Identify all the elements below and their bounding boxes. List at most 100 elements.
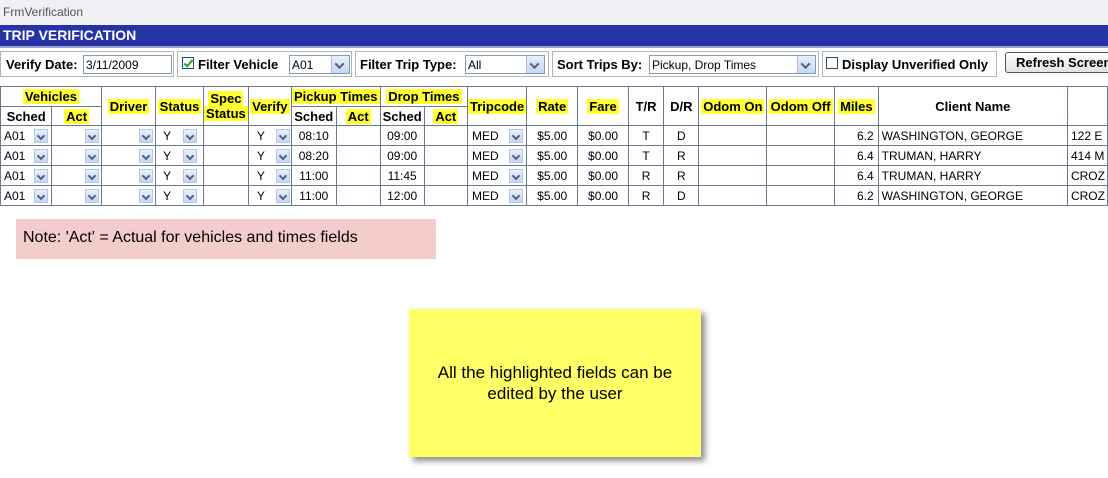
chevron-down-icon[interactable] [275, 169, 290, 183]
chevron-down-icon[interactable] [183, 129, 198, 143]
chevron-down-icon[interactable] [183, 189, 198, 203]
status-cell[interactable]: Y [155, 145, 204, 166]
chevron-down-icon[interactable] [138, 149, 153, 163]
pickup-act-cell[interactable] [335, 165, 381, 186]
unverified-checkbox[interactable] [826, 57, 838, 69]
chevron-down-icon[interactable] [275, 189, 290, 203]
chevron-down-icon[interactable] [34, 149, 48, 163]
filter-trip-type-value: All [468, 58, 482, 72]
verify-cell[interactable]: Y [247, 125, 292, 146]
chevron-down-icon[interactable] [275, 129, 290, 143]
driver-cell[interactable] [100, 125, 157, 146]
pickup-act-cell[interactable] [335, 125, 381, 146]
status-cell[interactable]: Y [155, 125, 204, 146]
vehicle-act-cell[interactable] [51, 165, 102, 186]
odom-on-cell[interactable] [698, 185, 768, 206]
miles-cell[interactable]: 6.2 [834, 125, 879, 146]
chevron-down-icon[interactable] [509, 149, 524, 163]
verify-cell[interactable]: Y [247, 145, 292, 166]
tripcode-cell[interactable]: MED [467, 185, 528, 206]
chevron-down-icon[interactable] [138, 129, 153, 143]
filter-trip-type-select[interactable]: All [465, 55, 545, 74]
chevron-down-icon[interactable] [34, 189, 48, 203]
rate-cell[interactable]: $5.00 [526, 145, 579, 166]
table-row[interactable]: A01 Y Y 11:00 12:00 MED $5.00 $0.00 R D … [0, 185, 1108, 206]
chevron-down-icon[interactable] [34, 169, 48, 183]
drop-act-cell[interactable] [423, 165, 469, 186]
miles-cell[interactable]: 6.4 [834, 165, 879, 186]
miles-header-label: Miles [838, 98, 875, 114]
status-cell[interactable]: Y [155, 185, 204, 206]
tripcode-cell[interactable]: MED [467, 125, 528, 146]
vehicle-sched-cell[interactable]: A01 [0, 125, 53, 146]
rate-cell[interactable]: $5.00 [526, 185, 579, 206]
pickup-act-cell[interactable] [335, 145, 381, 166]
vehicle-act-cell[interactable] [51, 185, 102, 206]
chevron-down-icon[interactable] [85, 169, 100, 183]
odom-on-cell[interactable] [698, 125, 768, 146]
spec-status-cell[interactable] [202, 165, 249, 186]
spec-status-cell[interactable] [202, 125, 249, 146]
spec-status-cell[interactable] [202, 145, 249, 166]
chevron-down-icon[interactable] [85, 189, 100, 203]
vehicle-act-cell[interactable] [51, 145, 102, 166]
vehicle-act-cell[interactable] [51, 125, 102, 146]
chevron-down-icon[interactable] [34, 129, 48, 143]
chevron-down-icon[interactable] [183, 169, 198, 183]
chevron-down-icon[interactable] [138, 189, 153, 203]
driver-cell[interactable] [100, 165, 157, 186]
chevron-down-icon[interactable] [526, 56, 544, 73]
chevron-down-icon[interactable] [509, 189, 524, 203]
filter-vehicle-checkbox[interactable] [182, 57, 194, 69]
drop-act-cell[interactable] [423, 185, 469, 206]
vehicle-sched-cell[interactable]: A01 [0, 165, 53, 186]
chevron-down-icon[interactable] [183, 149, 198, 163]
odom-off-cell[interactable] [766, 165, 836, 186]
tr-header: T/R [627, 86, 665, 126]
chevron-down-icon[interactable] [331, 56, 349, 73]
chevron-down-icon[interactable] [138, 169, 153, 183]
chevron-down-icon[interactable] [509, 169, 524, 183]
chevron-down-icon[interactable] [85, 129, 100, 143]
drop-act-cell[interactable] [423, 145, 469, 166]
chevron-down-icon[interactable] [509, 129, 524, 143]
odom-off-cell[interactable] [766, 185, 836, 206]
tripcode-cell[interactable]: MED [467, 145, 528, 166]
odom-off-cell[interactable] [766, 125, 836, 146]
odom-on-header-label: Odom On [701, 98, 765, 114]
tripcode-cell[interactable]: MED [467, 165, 528, 186]
table-row[interactable]: A01 Y Y 11:00 11:45 MED $5.00 $0.00 R R … [0, 165, 1108, 186]
pickup-act-cell[interactable] [335, 185, 381, 206]
verify-cell[interactable]: Y [247, 185, 292, 206]
table-row[interactable]: A01 Y Y 08:10 09:00 MED $5.00 $0.00 T D … [0, 125, 1108, 146]
vehicle-sched-cell[interactable]: A01 [0, 145, 53, 166]
drop-act-cell[interactable] [423, 125, 469, 146]
spec-status-cell[interactable] [202, 185, 249, 206]
vehicle-sched-cell[interactable]: A01 [0, 185, 53, 206]
fare-cell[interactable]: $0.00 [577, 125, 629, 146]
odom-off-cell[interactable] [766, 145, 836, 166]
page-header: TRIP VERIFICATION [0, 25, 1108, 48]
sort-trips-select[interactable]: Pickup, Drop Times [649, 55, 816, 74]
verify-cell[interactable]: Y [247, 165, 292, 186]
status-cell[interactable]: Y [155, 165, 204, 186]
odom-on-cell[interactable] [698, 165, 768, 186]
miles-cell[interactable]: 6.4 [834, 145, 879, 166]
miles-cell[interactable]: 6.2 [834, 185, 879, 206]
chevron-down-icon[interactable] [85, 149, 100, 163]
driver-cell[interactable] [100, 185, 157, 206]
verify-date-input[interactable]: 3/11/2009 [83, 55, 172, 74]
fare-cell[interactable]: $0.00 [577, 185, 629, 206]
filter-vehicle-select[interactable]: A01 [289, 55, 350, 74]
refresh-screen-button[interactable]: Refresh Screen [1005, 52, 1108, 73]
fare-cell[interactable]: $0.00 [577, 165, 629, 186]
rate-header-label: Rate [536, 98, 569, 114]
rate-cell[interactable]: $5.00 [526, 125, 579, 146]
rate-cell[interactable]: $5.00 [526, 165, 579, 186]
chevron-down-icon[interactable] [797, 56, 815, 73]
odom-on-cell[interactable] [698, 145, 768, 166]
table-row[interactable]: A01 Y Y 08:20 09:00 MED $5.00 $0.00 T R … [0, 145, 1108, 166]
driver-cell[interactable] [100, 145, 157, 166]
chevron-down-icon[interactable] [275, 149, 290, 163]
fare-cell[interactable]: $0.00 [577, 145, 629, 166]
